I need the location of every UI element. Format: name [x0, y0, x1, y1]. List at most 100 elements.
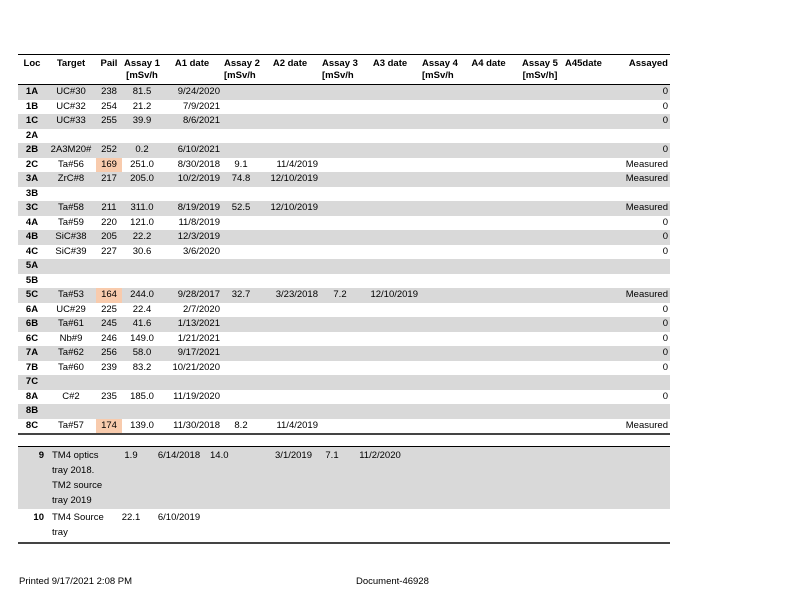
cell-a5 — [517, 84, 563, 100]
table-row: 4C SiC#39 227 30.6 3/6/2020 0 — [18, 245, 670, 260]
cell-a1: 311.0 — [122, 201, 162, 216]
cell-d2 — [260, 129, 320, 144]
cell-a5 — [517, 114, 563, 129]
cell-pail: 255 — [96, 114, 122, 129]
cell-loc: 6C — [25, 332, 39, 344]
table-row: 1B UC#32 254 21.2 7/9/2021 0 — [18, 100, 670, 115]
table-row: 2C Ta#56 169 251.0 8/30/2018 9.1 11/4/2019 Meas… — [18, 157, 670, 173]
column-label: Loc — [23, 58, 41, 69]
cell-d2 — [260, 274, 320, 289]
cell-target: UC#32 — [56, 100, 86, 112]
cell-a2 — [222, 143, 260, 158]
cell-assayed — [613, 375, 670, 390]
cell-a5 — [517, 288, 563, 303]
column-label: A4 date — [471, 58, 506, 69]
cell-target: SiC#39 — [55, 245, 87, 257]
cell-loc: 8A — [25, 390, 39, 402]
cell-assayed: 0 — [662, 100, 668, 112]
cell-loc: 1A — [18, 84, 46, 100]
cell-d2 — [260, 332, 320, 347]
cell-pail: 225 — [101, 303, 117, 315]
cell-pail — [96, 259, 122, 274]
cell-d3 — [360, 100, 420, 115]
cell-d5 — [563, 288, 613, 303]
cell-a1: 22.1 — [121, 512, 141, 523]
cell-d3 — [360, 158, 420, 173]
cell-a4 — [420, 259, 460, 274]
cell-a2 — [222, 187, 260, 202]
table-row: 7A Ta#62 256 58.0 9/17/2021 0 — [18, 346, 670, 361]
cell-target: ZrC#8 — [46, 172, 96, 187]
cell-a1: 251.0 — [130, 158, 154, 170]
column-header-d2: A2 date — [260, 55, 320, 85]
cell-a5 — [517, 187, 563, 202]
table-row: 7C — [18, 375, 670, 390]
cell-target: UC#29 — [56, 303, 86, 315]
cell-a2 — [222, 375, 260, 390]
column-unit — [48, 70, 94, 82]
cell-pail: 220 — [101, 216, 117, 228]
cell-a3 — [320, 143, 360, 158]
cell-pail — [96, 404, 122, 419]
cell-a4 — [420, 187, 460, 202]
cell-d4 — [460, 317, 517, 332]
cell-d2 — [260, 216, 320, 231]
cell-a1: 22.2 — [122, 230, 162, 245]
cell-pail: 205 — [96, 230, 122, 245]
cell-a5 — [517, 361, 563, 376]
cell-d4 — [460, 274, 517, 289]
cell-loc: 3B — [25, 187, 39, 199]
cell-a1: 149.0 — [130, 332, 154, 344]
cell-d1: 10/2/2019 — [162, 172, 222, 187]
table-row: 8C Ta#57 174 139.0 11/30/2018 8.2 11/4/2019 Mea… — [18, 418, 670, 435]
cell-d3 — [360, 114, 420, 129]
cell-a3 — [320, 404, 360, 419]
cell-d1: 11/8/2019 — [178, 216, 220, 228]
cell-a3 — [320, 317, 360, 332]
cell-a1: 58.0 — [122, 346, 162, 361]
cell-a3 — [320, 375, 360, 390]
cell-loc: 8B — [18, 404, 46, 419]
cell-a5 — [517, 375, 563, 390]
cell-a4 — [420, 201, 460, 216]
cell-a3 — [320, 419, 360, 435]
cell-a4 — [420, 274, 460, 289]
column-unit: [mSv/h — [224, 70, 256, 81]
cell-d4 — [460, 172, 517, 187]
cell-loc: 1B — [25, 100, 39, 112]
cell-d5 — [563, 129, 613, 144]
cell-assayed — [613, 259, 670, 274]
cell-d2 — [260, 317, 320, 332]
cell-pail: 235 — [101, 390, 117, 402]
cell-pail: 164 — [96, 288, 122, 303]
cell-a2: 52.5 — [222, 201, 260, 216]
cell-a1 — [122, 259, 162, 274]
cell-d4 — [460, 404, 517, 419]
cell-d3 — [360, 230, 420, 245]
column-unit: [mSv/h — [422, 70, 454, 81]
cell-a2 — [222, 303, 260, 318]
cell-d1: 1/21/2021 — [177, 332, 220, 344]
table-row: 2B 2A3M20# 252 0.2 6/10/2021 0 — [18, 143, 670, 158]
cell-d2 — [260, 346, 320, 361]
column-header-assayed: Assayed — [613, 55, 670, 85]
cell-a5 — [517, 100, 563, 115]
cell-loc: 7A — [18, 346, 46, 361]
cell-a2: 14.0 — [208, 446, 258, 509]
cell-pail: 217 — [96, 172, 122, 187]
cell-a4 — [420, 129, 460, 144]
cell-a3 — [320, 201, 360, 216]
cell-assayed: 0 — [613, 114, 670, 129]
cell-a5 — [517, 143, 563, 158]
cell-loc: 4B — [18, 230, 46, 245]
cell-a3 — [320, 230, 360, 245]
cell-a3 — [320, 158, 360, 173]
cell-a5 — [517, 332, 563, 347]
cell-assayed: 0 — [613, 84, 670, 100]
cell-d4 — [460, 390, 517, 405]
cell-d5 — [563, 332, 613, 347]
column-label: Assay 2 — [224, 58, 260, 69]
cell-d1: 8/19/2019 — [162, 201, 222, 216]
column-label: Target — [56, 58, 86, 69]
column-label: A3 date — [372, 58, 408, 69]
